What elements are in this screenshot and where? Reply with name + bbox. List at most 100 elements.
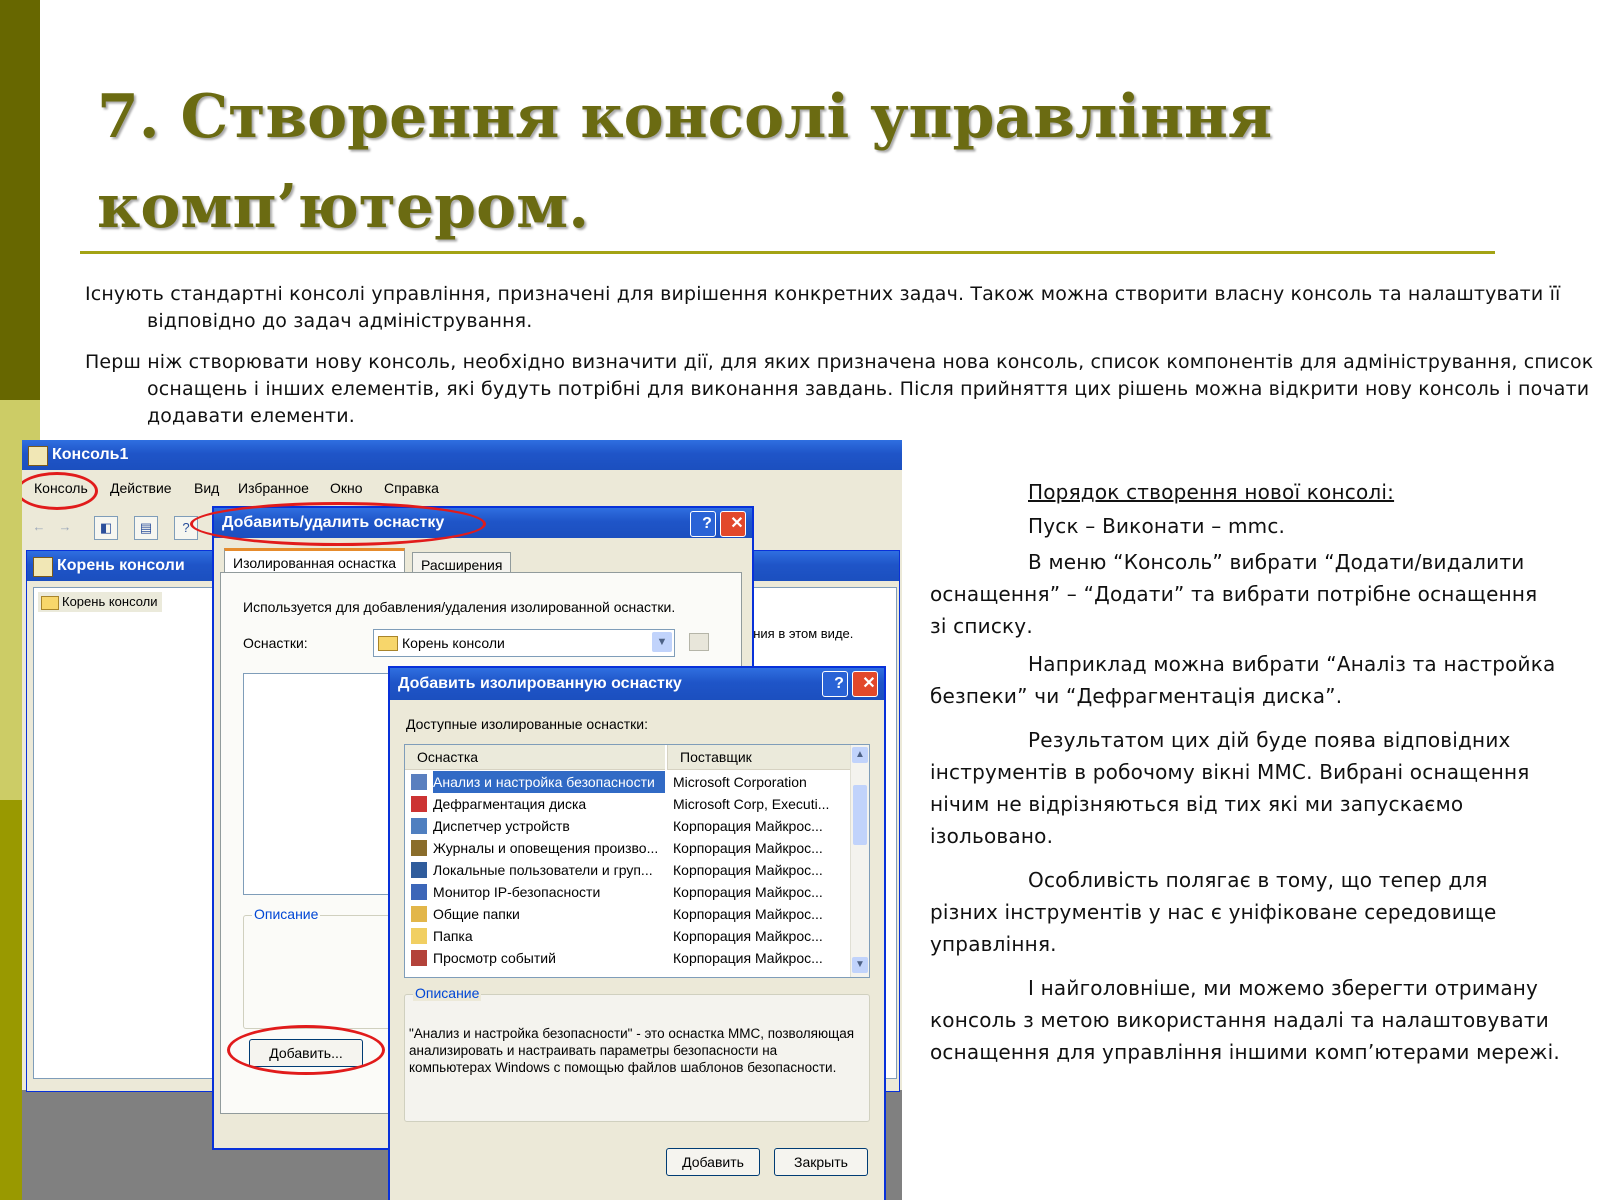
highlight-add-button bbox=[227, 1025, 385, 1075]
table-row[interactable]: Анализ и настройка безопасности Microsoft… bbox=[405, 771, 851, 793]
export-list-icon[interactable]: ▤ bbox=[134, 516, 158, 540]
instructions-column: Порядок створення нової консолі: Пуск – … bbox=[930, 476, 1560, 1068]
chevron-down-icon[interactable]: ▼ bbox=[652, 632, 672, 652]
snapin-name: Монитор IP-безопасности bbox=[433, 884, 601, 900]
shared-folders-icon bbox=[411, 906, 427, 922]
title-rule bbox=[80, 251, 1495, 254]
menu-favorites[interactable]: Избранное bbox=[238, 480, 309, 496]
help-button[interactable]: ? bbox=[822, 671, 848, 697]
instructions-step-1: Пуск – Виконати – mmc. bbox=[1028, 514, 1286, 538]
close-icon[interactable]: ✕ bbox=[720, 511, 746, 537]
main-window-titlebar: Консоль1 bbox=[22, 440, 902, 470]
scroll-down-icon[interactable]: ▼ bbox=[852, 957, 868, 973]
column-header-snapin[interactable]: Оснастка bbox=[405, 745, 665, 770]
table-row[interactable]: Диспетчер устройств Корпорация Майкрос... bbox=[405, 815, 851, 837]
main-menu-bar: Консоль Действие Вид Избранное Окно Спра… bbox=[22, 474, 902, 504]
close-button[interactable]: Закрыть bbox=[774, 1148, 868, 1176]
snapin-name: Анализ и настройка безопасности bbox=[433, 771, 665, 793]
mmc-app-icon bbox=[28, 446, 48, 466]
snapin-vendor: Корпорация Майкрос... bbox=[673, 950, 823, 966]
folder-icon bbox=[41, 596, 59, 610]
instructions-step-5: Особливість полягає в тому, що тепер для… bbox=[930, 868, 1497, 956]
forward-arrow-icon[interactable]: → bbox=[54, 516, 76, 538]
available-snapins-label: Доступные изолированные оснастки: bbox=[406, 716, 648, 732]
snapin-description-label: Описание bbox=[413, 985, 482, 1001]
menu-action[interactable]: Действие bbox=[110, 480, 172, 496]
instructions-step-6: І найголовніше, ми можемо зберегти отрим… bbox=[930, 976, 1560, 1064]
snapin-vendor: Корпорация Майкрос... bbox=[673, 884, 823, 900]
add-button[interactable]: Добавить bbox=[666, 1148, 760, 1176]
back-arrow-icon[interactable]: ← bbox=[28, 516, 50, 538]
scroll-thumb[interactable] bbox=[853, 785, 867, 845]
menu-help[interactable]: Справка bbox=[384, 480, 439, 496]
decor-bar-top bbox=[0, 0, 40, 400]
snapin-name: Локальные пользователи и груп... bbox=[433, 862, 653, 878]
highlight-dialog-title bbox=[190, 502, 486, 546]
table-row[interactable]: Просмотр событий Корпорация Майкрос... bbox=[405, 947, 851, 969]
snapin-name: Дефрагментация диска bbox=[433, 796, 587, 812]
console-root-icon bbox=[33, 557, 53, 577]
table-row[interactable]: Локальные пользователи и груп... Корпорац… bbox=[405, 859, 851, 881]
help-button[interactable]: ? bbox=[690, 511, 716, 537]
scroll-up-icon[interactable]: ▲ bbox=[852, 747, 868, 763]
paragraph-1: Існують стандартні консолі управління, п… bbox=[85, 283, 1561, 332]
console-tree: Корень консоли bbox=[33, 587, 213, 1079]
close-icon[interactable]: ✕ bbox=[852, 671, 878, 697]
ip-security-icon bbox=[411, 884, 427, 900]
snapin-description-group: Описание "Анализ и настройка безопасност… bbox=[404, 985, 870, 1122]
snapin-vendor: Корпорация Майкрос... bbox=[673, 906, 823, 922]
table-row[interactable]: Монитор IP-безопасности Корпорация Майкро… bbox=[405, 881, 851, 903]
console-root-title: Корень консоли bbox=[57, 557, 185, 574]
mmc-screenshot: Консоль1 Консоль Действие Вид Избранное … bbox=[22, 440, 902, 1200]
snapin-vendor: Корпорация Майкрос... bbox=[673, 862, 823, 878]
menu-window[interactable]: Окно bbox=[330, 480, 363, 496]
slide-title: 7. Створення консолі управління комп’юте… bbox=[97, 72, 1497, 252]
defrag-icon bbox=[411, 796, 427, 812]
menu-view[interactable]: Вид bbox=[194, 480, 219, 496]
add-standalone-title: Добавить изолированную оснастку bbox=[398, 675, 682, 692]
main-window-title: Консоль1 bbox=[52, 446, 129, 463]
slide-title-line2: комп’ютером. bbox=[97, 172, 590, 242]
highlight-console-menu bbox=[22, 472, 98, 510]
paragraph-2: Перш ніж створювати нову консоль, необхі… bbox=[85, 351, 1594, 427]
snapin-description-text: "Анализ и настройка безопасности" - это … bbox=[409, 1026, 855, 1075]
add-standalone-titlebar: Добавить изолированную оснастку ? ✕ bbox=[390, 668, 884, 700]
tree-item-label: Корень консоли bbox=[62, 594, 158, 609]
table-row[interactable]: Папка Корпорация Майкрос... bbox=[405, 925, 851, 947]
snapins-combo[interactable]: Корень консоли ▼ bbox=[373, 629, 675, 657]
folder-icon bbox=[378, 636, 398, 651]
snapin-vendor: Microsoft Corporation bbox=[673, 774, 807, 790]
instructions-heading: Порядок створення нової консолі: bbox=[1028, 480, 1395, 504]
snapin-name: Общие папки bbox=[433, 906, 520, 922]
snapin-name: Журналы и оповещения произво... bbox=[433, 840, 659, 856]
available-snapins-list[interactable]: Оснастка Поставщик Анализ и настройка бе… bbox=[404, 744, 870, 978]
instructions-step-4: Результатом цих дій буде поява відповідн… bbox=[930, 728, 1530, 848]
snapin-vendor: Корпорация Майкрос... bbox=[673, 928, 823, 944]
device-manager-icon bbox=[411, 818, 427, 834]
column-header-vendor[interactable]: Поставщик bbox=[667, 745, 852, 770]
tree-item-console-root[interactable]: Корень консоли bbox=[38, 592, 162, 612]
panel-description: Используется для добавления/удаления изо… bbox=[243, 599, 676, 615]
instructions-step-3: Наприклад можна вибрати “Аналіз та настр… bbox=[930, 652, 1556, 708]
instructions-step-2: В меню “Консоль” вибрати “Додати/видалит… bbox=[930, 550, 1538, 638]
snapin-vendor: Корпорация Майкрос... bbox=[673, 818, 823, 834]
slide-title-line1: 7. Створення консолі управління bbox=[97, 82, 1273, 152]
up-level-icon[interactable] bbox=[689, 633, 709, 651]
table-row[interactable]: Дефрагментация диска Microsoft Corp, Exec… bbox=[405, 793, 851, 815]
description-group-label: Описание bbox=[252, 906, 321, 922]
snapin-vendor: Microsoft Corp, Executi... bbox=[673, 796, 830, 812]
security-analysis-icon bbox=[411, 774, 427, 790]
local-users-icon bbox=[411, 862, 427, 878]
performance-logs-icon bbox=[411, 840, 427, 856]
table-row[interactable]: Общие папки Корпорация Майкрос... bbox=[405, 903, 851, 925]
results-pane-text: ения в этом виде. bbox=[746, 626, 854, 641]
list-scrollbar[interactable]: ▲ ▼ bbox=[850, 745, 869, 977]
show-hide-tree-icon[interactable]: ◧ bbox=[94, 516, 118, 540]
table-row[interactable]: Журналы и оповещения произво... Корпораци… bbox=[405, 837, 851, 859]
snapin-name: Просмотр событий bbox=[433, 950, 556, 966]
add-standalone-snapin-dialog: Добавить изолированную оснастку ? ✕ Дост… bbox=[388, 666, 886, 1200]
snapins-combo-value: Корень консоли bbox=[402, 635, 505, 651]
snapin-name: Диспетчер устройств bbox=[433, 818, 570, 834]
snapins-label: Оснастки: bbox=[243, 635, 308, 651]
folder-icon bbox=[411, 928, 427, 944]
